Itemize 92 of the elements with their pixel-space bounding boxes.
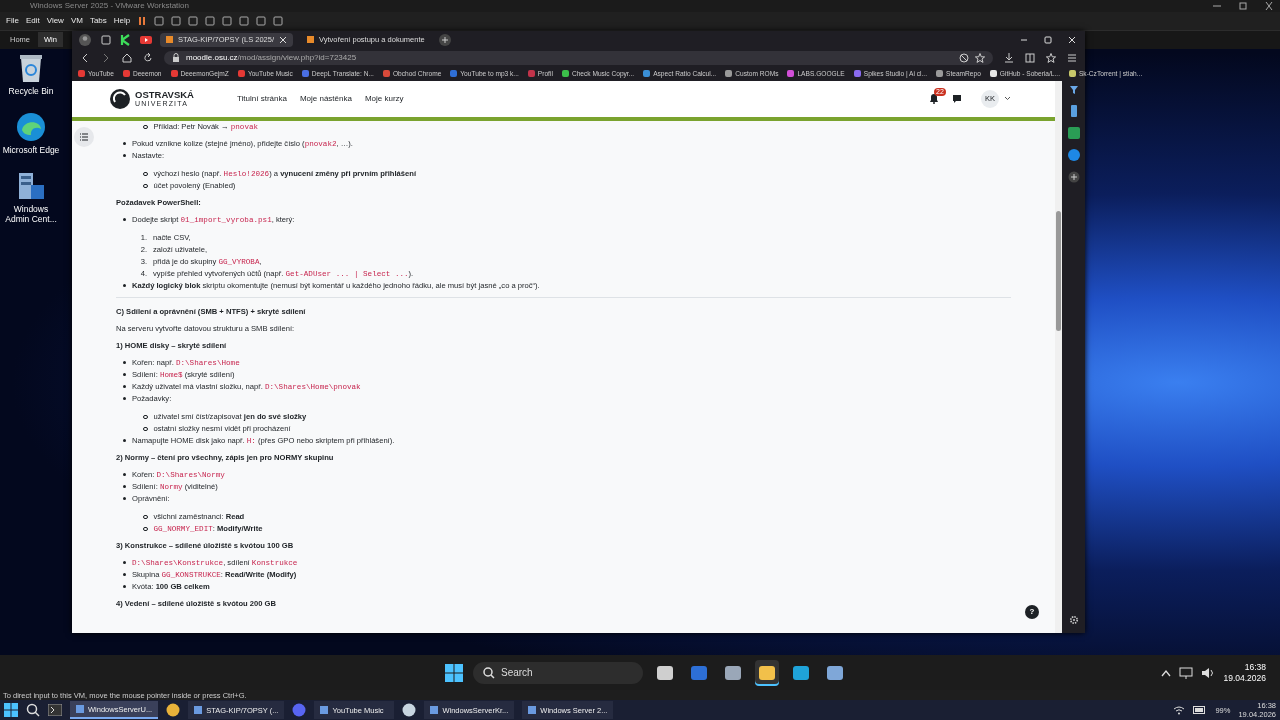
taskbar-app-icon[interactable] — [755, 659, 779, 686]
app-icon[interactable] — [166, 703, 181, 717]
menu-icon[interactable] — [1067, 52, 1077, 63]
search-field[interactable]: Search — [473, 661, 643, 684]
tabs-icon[interactable] — [100, 33, 112, 46]
desktop-icon-label[interactable]: Windows Admin Cent... — [2, 203, 60, 224]
window-title: Windows Server 2025 - VMware Workstation — [30, 1, 191, 11]
desktop-icon-label[interactable]: Recycle Bin — [2, 85, 60, 96]
toolbar-icon[interactable] — [171, 15, 182, 26]
caret-icon[interactable] — [1004, 96, 1011, 102]
star-icon[interactable] — [1046, 52, 1056, 63]
bullet-icon — [123, 385, 126, 389]
speaker-icon[interactable] — [1201, 666, 1216, 679]
maximize-icon[interactable] — [1043, 34, 1053, 45]
bullet-icon — [123, 439, 126, 443]
nav-link[interactable]: Moje nástěnka — [299, 94, 352, 104]
help-button[interactable]: ? — [1025, 604, 1039, 619]
address-bar[interactable]: moodle.osu.cz/mod/assign/view.php?id=723425 — [164, 50, 993, 65]
bullet-icon — [123, 361, 126, 365]
reload-icon[interactable] — [143, 52, 153, 63]
menu-item[interactable]: Help — [113, 16, 131, 26]
desktop-icon-label[interactable]: Microsoft Edge — [2, 144, 60, 155]
bullet-icon — [123, 473, 126, 477]
minimize-icon[interactable] — [1212, 2, 1222, 10]
toolbar-icon[interactable] — [205, 15, 216, 26]
toolbar-icon[interactable] — [256, 15, 267, 26]
bullet-icon — [123, 373, 126, 377]
toolbar-icon[interactable] — [273, 15, 284, 26]
recycle-bin-icon[interactable] — [18, 52, 44, 83]
network-icon[interactable] — [1179, 666, 1194, 679]
terminal-icon[interactable] — [48, 704, 62, 716]
home-icon[interactable] — [122, 52, 132, 63]
bullet-icon — [143, 426, 148, 432]
bullet-icon — [143, 124, 148, 130]
nav-link[interactable]: Moje kurzy — [364, 94, 404, 104]
logo-icon[interactable] — [109, 87, 131, 110]
chat-icon[interactable] — [952, 93, 962, 104]
bullet-icon — [123, 561, 126, 565]
bullet-icon — [123, 142, 126, 146]
bullet-icon — [123, 284, 126, 288]
menu-item[interactable]: Tabs — [89, 16, 107, 26]
close-icon[interactable] — [1067, 34, 1077, 45]
menu-item[interactable]: VM — [70, 16, 83, 26]
bullet-icon — [123, 397, 126, 401]
menu-item[interactable]: Edit — [25, 16, 40, 26]
windows-logo-icon[interactable] — [445, 663, 463, 682]
logo-title: OSTRAVSKÁ — [135, 89, 194, 99]
server-icon[interactable] — [16, 170, 46, 201]
battery-icon[interactable] — [1193, 706, 1208, 714]
new-tab-icon[interactable] — [438, 33, 451, 46]
bullet-icon — [143, 183, 148, 189]
bullet-icon — [123, 485, 126, 489]
video-play-icon[interactable] — [140, 33, 152, 46]
bullet-icon — [123, 497, 126, 501]
toolbar-icon[interactable] — [222, 15, 233, 26]
toolbar-icon[interactable] — [239, 15, 250, 26]
browser-icon[interactable] — [16, 111, 46, 142]
pinned-tab-icon[interactable] — [120, 33, 132, 46]
nav-link[interactable]: Titulní stránka — [236, 94, 287, 104]
app-icon[interactable] — [402, 703, 417, 717]
bell-icon[interactable] — [929, 93, 939, 105]
search-icon[interactable] — [26, 703, 40, 717]
scrollbar-thumb[interactable] — [1056, 210, 1061, 331]
bullet-icon — [123, 154, 126, 158]
sidebar-icon[interactable] — [1025, 52, 1035, 63]
restore-icon[interactable] — [1238, 2, 1248, 10]
back-icon[interactable] — [80, 52, 90, 63]
pause-icon[interactable] — [137, 15, 148, 26]
bullet-icon — [123, 218, 126, 222]
add-icon[interactable] — [1067, 170, 1080, 183]
close-icon[interactable] — [1264, 2, 1274, 10]
clock-time: 16:38 — [1244, 661, 1266, 673]
menu-item[interactable]: View — [46, 16, 64, 26]
bullet-icon — [143, 514, 148, 520]
toolbar-icon[interactable] — [188, 15, 199, 26]
funnel-icon[interactable] — [1068, 84, 1079, 95]
bullet-icon — [123, 573, 126, 577]
menu-item[interactable]: File — [6, 16, 19, 26]
forward-icon[interactable] — [101, 52, 111, 63]
clock-date: 19.04.2026 — [1223, 672, 1266, 684]
bullet-icon — [143, 414, 148, 420]
toolbar-icon[interactable] — [154, 15, 165, 26]
download-icon[interactable] — [1004, 52, 1014, 63]
course-index-icon[interactable] — [74, 126, 94, 147]
wifi-icon[interactable] — [1173, 705, 1186, 715]
settings-icon[interactable] — [1068, 614, 1079, 625]
bullet-icon — [143, 171, 148, 177]
bullet-icon — [143, 526, 148, 532]
bullet-icon — [123, 585, 126, 589]
avatar-icon[interactable] — [78, 32, 92, 47]
search-icon[interactable] — [483, 666, 495, 679]
phone-icon[interactable] — [1068, 104, 1079, 117]
